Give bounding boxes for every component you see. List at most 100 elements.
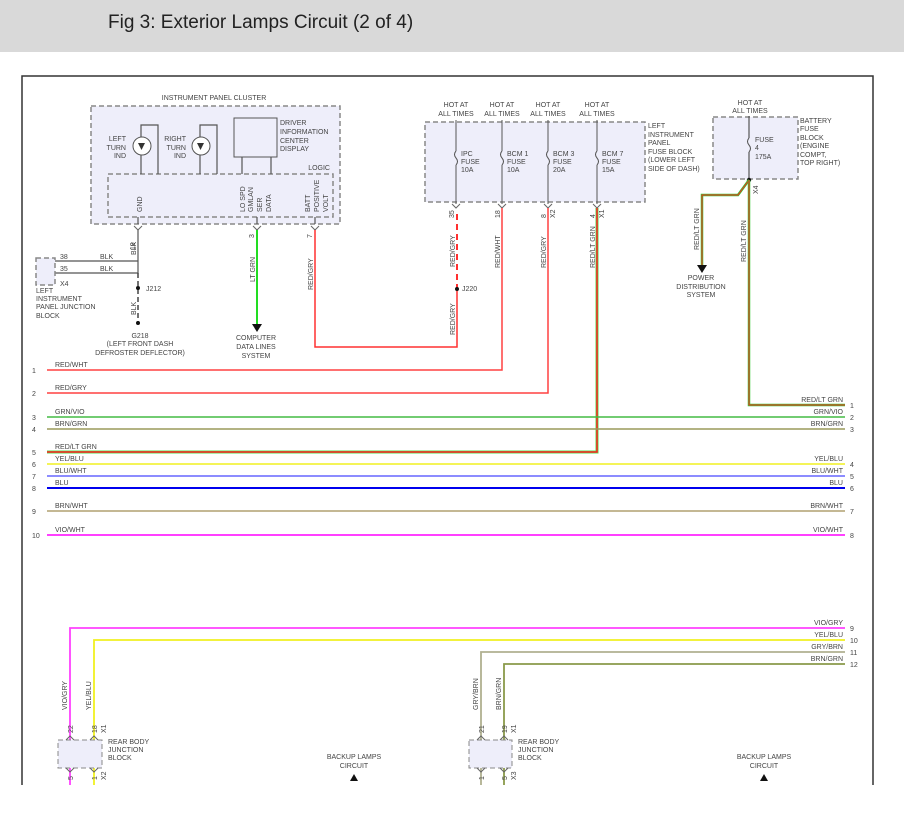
fuse-label: FUSE — [602, 159, 621, 166]
hot-label: HOT AT — [444, 102, 469, 109]
fuse-label: FUSE — [755, 137, 774, 144]
wire-number-left: 2 — [32, 391, 36, 398]
wire-number-right: 2 — [850, 415, 854, 422]
junction-label: INSTRUMENT — [36, 296, 83, 303]
wire-label-left: RED/LT GRN — [55, 444, 97, 451]
arrow-down-icon — [697, 265, 707, 273]
fuse-label: FUSE — [461, 159, 480, 166]
pin-number: 8 — [541, 214, 548, 218]
wire-label: RED/WHT — [495, 235, 502, 268]
rear-body-junction-block — [57, 739, 103, 769]
ground-label: (LEFT FRONT DASH — [107, 341, 174, 348]
left-turn-label: TURN — [107, 145, 126, 152]
fuse-label: 15A — [602, 167, 615, 174]
hot-label: HOT AT — [490, 102, 515, 109]
hot-label: ALL TIMES — [484, 111, 520, 118]
wire-label-right: VIO/GRY — [814, 620, 843, 627]
right-turn-label: TURN — [167, 145, 186, 152]
wire-number-right: 11 — [850, 650, 857, 657]
right-turn-label: RIGHT — [164, 136, 187, 143]
pin-number: 38 — [60, 254, 68, 261]
left-ip-junction-block — [35, 257, 56, 286]
red-gry-wire — [314, 230, 458, 348]
backup-lamps-label: CIRCUIT — [750, 763, 779, 770]
battery-block-label: FUSE — [800, 126, 819, 133]
wire-label-right: GRN/VIO — [813, 409, 843, 416]
fuse-label: 4 — [755, 145, 759, 152]
rear-block-label: REAR BODY — [518, 739, 560, 746]
wire-number-right: 12 — [850, 662, 858, 669]
wire-label-left: BLU — [55, 480, 69, 487]
data-pin-label: SER — [257, 198, 264, 212]
wire-label-left: BRN/GRN — [55, 421, 87, 428]
connector-label: X2 — [550, 209, 557, 218]
arrow-up-icon — [760, 774, 768, 781]
dic-label: INFORMATION — [280, 129, 328, 136]
fuse-label: FUSE — [553, 159, 572, 166]
wire-label-right: BLU — [829, 480, 843, 487]
rear-block-label: JUNCTION — [518, 747, 553, 754]
gnd-pin-label: GND — [137, 196, 144, 212]
data-pin-label: LO SPD — [240, 186, 247, 212]
fuse-block-label: PANEL — [648, 140, 671, 147]
fuse-label: 10A — [461, 167, 474, 174]
connector-label: X4 — [753, 185, 760, 194]
connector-label: X1 — [511, 724, 518, 733]
wire-label-left: GRN/VIO — [55, 409, 85, 416]
wire-number-left: 3 — [32, 415, 36, 422]
wire-number-right: 9 — [850, 626, 854, 633]
wire-label-right: BRN/GRN — [811, 421, 843, 428]
battery-block-label: TOP RIGHT) — [800, 160, 840, 167]
wire-label: LT GRN — [250, 257, 257, 282]
wire-number-right: 6 — [850, 486, 854, 493]
splice-label: J212 — [146, 286, 161, 293]
wire-number-right: 4 — [850, 462, 854, 469]
wire-number-left: 6 — [32, 462, 36, 469]
rear-body-junction-block — [468, 739, 513, 769]
connector-label: X3 — [511, 771, 518, 780]
wire-label: RED/GRY — [450, 235, 457, 267]
wire-label-right: RED/LT GRN — [801, 397, 843, 404]
wire-number-left: 10 — [32, 533, 40, 540]
cdl-label: DATA LINES — [236, 344, 276, 351]
connector-icon — [451, 203, 461, 209]
red-lt-grn-wire-stripe — [748, 180, 845, 406]
wire-label-right: BRN/GRN — [811, 656, 843, 663]
fuse-label: BCM 1 — [507, 151, 529, 158]
pin-number: 18 — [495, 210, 502, 218]
wire-number-left: 9 — [32, 509, 36, 516]
ipc-title: INSTRUMENT PANEL CLUSTER — [162, 95, 267, 102]
wiring-diagram: INSTRUMENT PANEL CLUSTER LEFT TURN IND R… — [21, 75, 874, 785]
splice-j212 — [136, 286, 140, 290]
cdl-label: COMPUTER — [236, 335, 276, 342]
fuse-label: IPC — [461, 151, 473, 158]
wire-label: BLK — [131, 301, 138, 315]
wire-label-right: VIO/WHT — [813, 527, 844, 534]
pin-number: 35 — [60, 266, 68, 273]
wire-label-left: BRN/WHT — [55, 503, 88, 510]
wire-number-left: 4 — [32, 427, 36, 434]
wire-number-right: 10 — [850, 638, 858, 645]
fuse-label: 10A — [507, 167, 520, 174]
connector-label: X1 — [599, 209, 606, 218]
batt-pin-label: BATT — [305, 194, 312, 212]
hot-label: HOT AT — [738, 100, 763, 107]
pin-number: 22 — [68, 725, 75, 733]
fuse-block-label: INSTRUMENT — [648, 132, 695, 139]
fuse-block-label: FUSE BLOCK — [648, 149, 693, 156]
battery-block-label: BLOCK — [800, 135, 824, 142]
wire-label-right: GRY/BRN — [811, 644, 843, 651]
dic-display — [233, 117, 278, 158]
connector-label: X1 — [101, 724, 108, 733]
ground-g218-icon — [136, 321, 140, 325]
pin-number: 18 — [92, 725, 99, 733]
dic-label: DISPLAY — [280, 146, 309, 153]
connector-icon — [543, 203, 553, 209]
rear-block-label: REAR BODY — [108, 739, 150, 746]
rear-block-label: BLOCK — [108, 755, 132, 762]
pin-number: 35 — [449, 210, 456, 218]
rear-block-label: JUNCTION — [108, 747, 143, 754]
dic-label: CENTER — [280, 138, 309, 145]
fuse-label: 20A — [553, 167, 566, 174]
battery-block-label: (ENGINE — [800, 143, 830, 150]
